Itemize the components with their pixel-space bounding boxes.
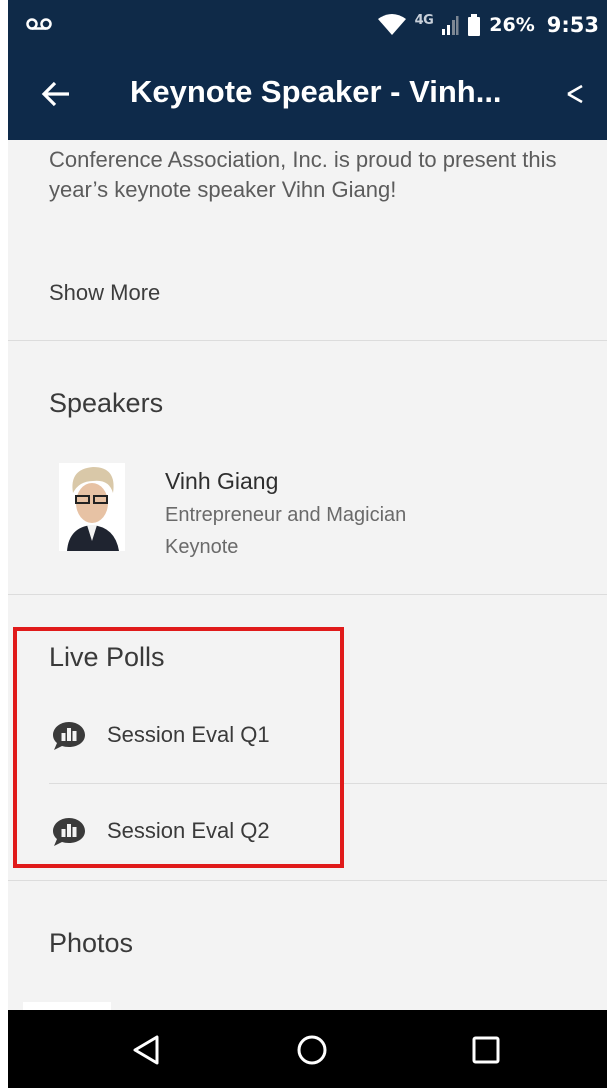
status-icons: 4G 26% 9:53	[377, 0, 599, 50]
wifi-icon	[377, 14, 406, 35]
session-description: Conference Association, Inc. is proud to…	[49, 147, 557, 202]
speaker-photo	[59, 463, 125, 551]
signal-icon	[442, 16, 459, 35]
nav-back-icon[interactable]	[131, 1034, 161, 1066]
photos-title: Photos	[49, 928, 134, 958]
share-icon	[567, 84, 583, 104]
back-button[interactable]	[36, 74, 76, 114]
status-bar: 4G 26% 9:53	[8, 0, 607, 50]
divider	[8, 594, 607, 595]
divider	[8, 340, 607, 341]
network-type: 4G	[414, 12, 434, 28]
show-more-link[interactable]: Show More	[49, 280, 160, 306]
divider	[8, 880, 607, 881]
navigation-bar	[8, 1010, 607, 1088]
phone-screen: 4G 26% 9:53 Keynote Speaker - Vinh... Co…	[8, 0, 607, 1088]
highlight-annotation	[13, 627, 344, 868]
clock: 9:53	[546, 13, 599, 37]
speaker-name: Vinh Giang	[165, 468, 279, 494]
battery-percent: 26%	[489, 14, 535, 36]
speakers-title: Speakers	[49, 388, 164, 418]
speaker-role: Entrepreneur and Magician	[165, 504, 407, 526]
session-details: Conference Association, Inc. is proud to…	[8, 140, 607, 1010]
page-title: Keynote Speaker - Vinh...	[130, 74, 502, 109]
app-bar: Keynote Speaker - Vinh...	[8, 50, 607, 140]
battery-icon	[468, 14, 481, 36]
voicemail-icon	[26, 18, 52, 30]
nav-recent-apps-icon[interactable]	[471, 1035, 501, 1065]
photo-thumbnail[interactable]	[23, 1002, 111, 1010]
nav-home-icon[interactable]	[296, 1034, 328, 1066]
share-button[interactable]	[557, 76, 593, 112]
arrow-left-icon	[41, 81, 69, 107]
speaker-type: Keynote	[165, 536, 239, 558]
